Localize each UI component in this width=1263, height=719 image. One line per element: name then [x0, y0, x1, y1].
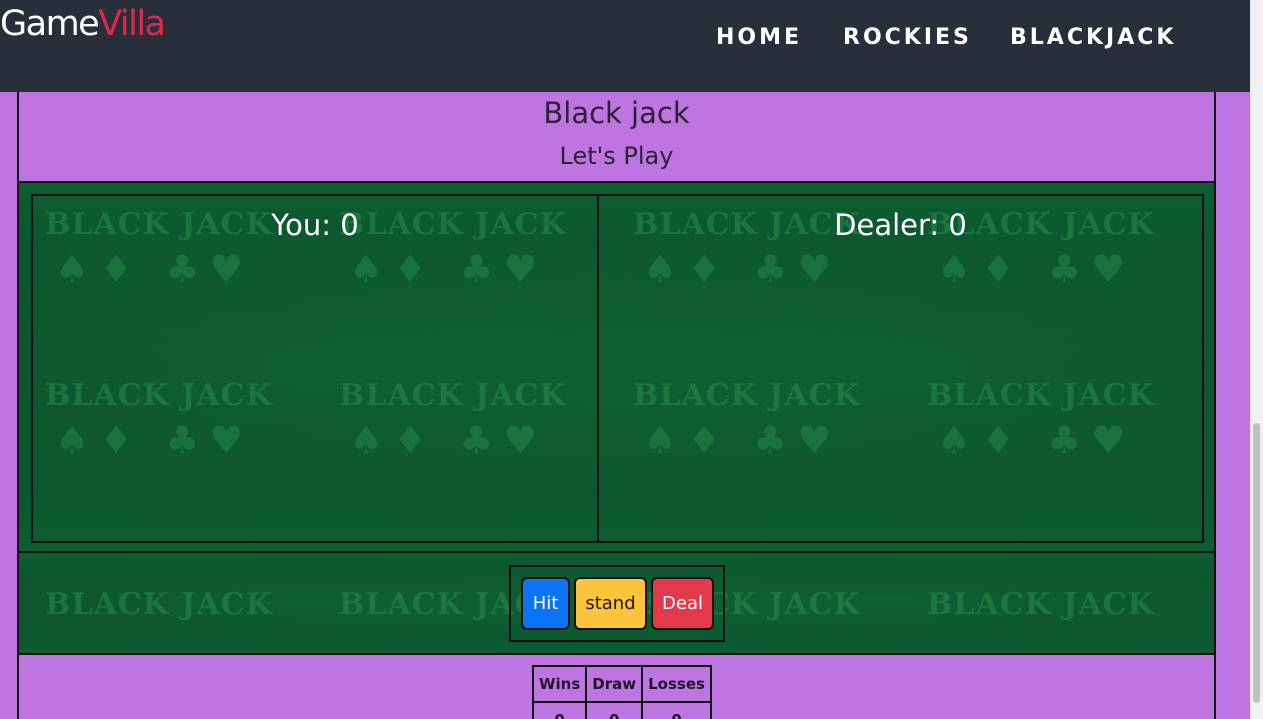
- losses-header: Losses: [641, 665, 712, 703]
- player-score: You: 0: [271, 208, 359, 242]
- blackjack-container: Black jack Let's Play BLACK JACK BLACK J…: [17, 92, 1216, 719]
- scrollbar-thumb[interactable]: [1253, 423, 1260, 703]
- game-title: Black jack: [543, 96, 690, 130]
- game-subtitle: Let's Play: [559, 142, 674, 170]
- brand-part-villa: Villa: [98, 4, 166, 44]
- scoreboard-value-row: 0 0 0: [531, 701, 712, 719]
- player-hand-area: You: 0: [31, 194, 599, 543]
- scoreboard-table: Wins Draw Losses 0 0 0: [531, 665, 712, 719]
- losses-value: 0: [641, 701, 712, 719]
- controls-felt: BLACK JACK BLACK JACK BLACK JACK BLACK J…: [19, 553, 1214, 655]
- brand-logo[interactable]: GameVilla: [0, 4, 166, 44]
- wins-value: 0: [531, 701, 588, 719]
- hit-button[interactable]: Hit: [521, 577, 570, 630]
- felt-watermark: BLACK JACK: [45, 587, 273, 622]
- nav-link-blackjack[interactable]: BLACKJACK: [1010, 25, 1176, 50]
- brand-part-game: Game: [0, 4, 100, 44]
- draw-header: Draw: [585, 665, 644, 703]
- deal-button[interactable]: Deal: [651, 577, 714, 630]
- nav-link-rockies[interactable]: ROCKIES: [843, 25, 972, 50]
- draw-value: 0: [585, 701, 644, 719]
- felt-watermark: BLACK JACK: [927, 587, 1155, 622]
- nav-link-home[interactable]: HOME: [716, 25, 802, 50]
- page-scrollbar[interactable]: [1250, 0, 1263, 719]
- dealer-hand-area: Dealer: 0: [597, 194, 1204, 543]
- wins-header: Wins: [531, 665, 588, 703]
- dealer-score: Dealer: 0: [834, 208, 967, 242]
- action-button-group: Hit stand Deal: [509, 565, 725, 642]
- stand-button[interactable]: stand: [574, 577, 647, 630]
- navbar: GameVilla HOME ROCKIES BLACKJACK: [0, 0, 1250, 92]
- table-felt: BLACK JACK BLACK JACK BLACK JACK BLACK J…: [19, 181, 1214, 553]
- scoreboard-header-row: Wins Draw Losses: [531, 665, 712, 703]
